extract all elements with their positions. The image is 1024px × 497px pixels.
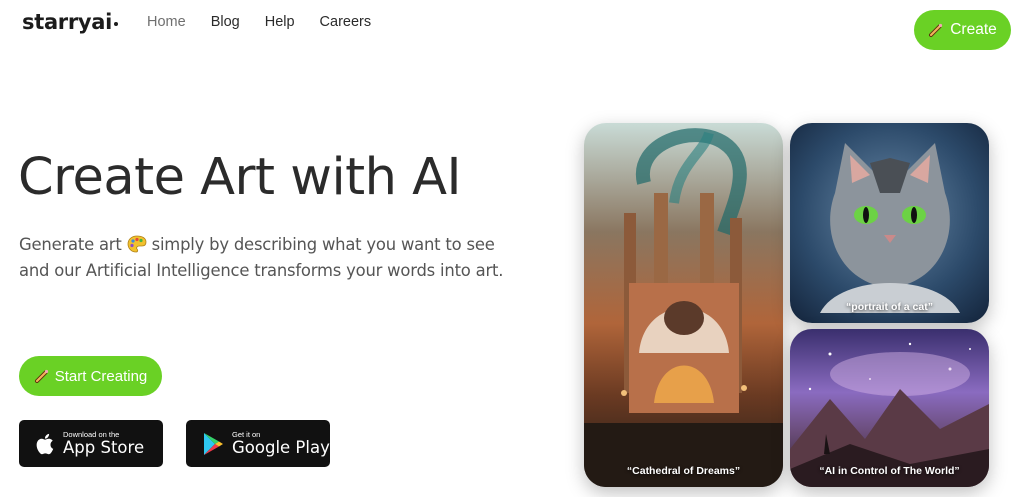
- gallery-caption: “portrait of a cat”: [846, 301, 933, 313]
- nav-careers-link[interactable]: Careers: [320, 14, 372, 30]
- nav-blog-link[interactable]: Blog: [211, 14, 240, 30]
- gallery-caption: “AI in Control of The World”: [819, 465, 960, 477]
- gallery-card-space[interactable]: “AI in Control of The World”: [790, 329, 989, 487]
- cathedral-image: [584, 128, 783, 487]
- gallery-caption: “Cathedral of Dreams”: [626, 465, 741, 477]
- hero-title: Create Art with AI: [18, 148, 462, 207]
- google-play-button[interactable]: Get it on Google Play: [186, 420, 330, 467]
- start-creating-button[interactable]: Start Creating: [19, 356, 162, 396]
- create-button[interactable]: Create: [914, 10, 1011, 50]
- google-play-text: Get it on Google Play: [232, 430, 330, 457]
- gallery-card-cat[interactable]: “portrait of a cat”: [790, 123, 989, 323]
- cat-image: [820, 143, 960, 313]
- hero-subtitle: Generate art simply by describing what y…: [19, 232, 509, 284]
- pencil-icon: [34, 369, 48, 383]
- start-creating-label: Start Creating: [54, 367, 148, 385]
- gallery-card-cathedral[interactable]: “Cathedral of Dreams”: [584, 123, 783, 487]
- app-store-text: Download on the App Store: [63, 430, 144, 457]
- create-button-label: Create: [950, 21, 997, 38]
- space-landscape-image: [790, 342, 989, 487]
- google-play-icon: [204, 432, 223, 455]
- nav-help-link[interactable]: Help: [265, 14, 295, 30]
- pencil-icon: [929, 23, 943, 37]
- apple-icon: [36, 433, 54, 454]
- app-store-big: App Store: [63, 438, 145, 457]
- top-nav: Home Blog Help Careers: [147, 14, 396, 30]
- nav-home-link[interactable]: Home: [147, 14, 186, 30]
- app-store-button[interactable]: Download on the App Store: [19, 420, 163, 467]
- palette-icon: [127, 235, 146, 253]
- hero-subtitle-part1: Generate art: [19, 235, 122, 254]
- google-play-big: Google Play: [232, 438, 330, 457]
- brand-logo[interactable]: starryai: [22, 10, 119, 34]
